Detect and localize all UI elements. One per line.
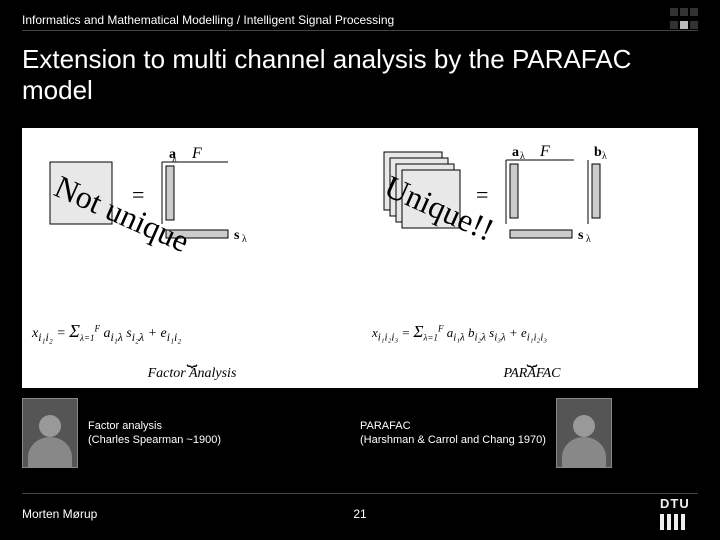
svg-text:F: F bbox=[191, 145, 202, 162]
svg-text:λ: λ bbox=[520, 151, 525, 162]
svg-text:λ: λ bbox=[242, 234, 247, 245]
content-area: = F a λ s λ xi₁i₂ = Σλ=1F ai₁λ si₂λ + ei… bbox=[22, 128, 698, 388]
slide-title: Extension to multi channel analysis by t… bbox=[22, 44, 698, 106]
panel-factor-analysis: = F a λ s λ xi₁i₂ = Σλ=1F ai₁λ si₂λ + ei… bbox=[22, 128, 362, 388]
divider-bottom bbox=[22, 493, 698, 494]
equation-parafac: xi₁i₂i₃ = Σλ=1F ai₁λ bi₂λ si₃λ + ei₁i₂i₃ bbox=[372, 322, 692, 344]
panel-parafac: = F a λ b λ s λ xi₁i₂i₃ = Σλ=1F ai₁λ bi₂… bbox=[362, 128, 702, 388]
photo-spearman bbox=[22, 398, 78, 468]
caption-cell-left: Factor analysis (Charles Spearman ~1900) bbox=[22, 398, 360, 468]
caption-left-line1: Factor analysis bbox=[88, 420, 162, 432]
svg-text:F: F bbox=[539, 143, 550, 160]
diagram-factor-analysis: = F a λ s λ bbox=[32, 136, 352, 281]
caption-parafac: PARAFAC bbox=[372, 366, 692, 382]
breadcrumb: Informatics and Mathematical Modelling /… bbox=[22, 13, 394, 27]
page-number: 21 bbox=[353, 507, 366, 521]
svg-text:s: s bbox=[234, 228, 240, 243]
caption-text-left: Factor analysis (Charles Spearman ~1900) bbox=[88, 419, 221, 448]
svg-text:b: b bbox=[594, 145, 602, 160]
svg-text:λ: λ bbox=[172, 154, 177, 165]
caption-left-line2: (Charles Spearman ~1900) bbox=[88, 434, 221, 446]
brace-right: ⏟ bbox=[372, 354, 692, 360]
brace-left: ⏟ bbox=[32, 354, 352, 360]
caption-cell-right: PARAFAC (Harshman & Carrol and Chang 197… bbox=[360, 398, 698, 468]
footer: Morten Mørup 21 bbox=[22, 498, 698, 530]
caption-factor-analysis: Factor Analysis bbox=[32, 366, 352, 382]
photo-harshman bbox=[556, 398, 612, 468]
divider-top bbox=[22, 30, 698, 31]
svg-text:s: s bbox=[578, 228, 584, 243]
caption-right-line2: (Harshman & Carrol and Chang 1970) bbox=[360, 434, 546, 446]
svg-text:a: a bbox=[512, 145, 519, 160]
svg-text:=: = bbox=[476, 182, 488, 207]
captions-row: Factor analysis (Charles Spearman ~1900)… bbox=[22, 398, 698, 468]
author: Morten Mørup bbox=[22, 507, 97, 521]
svg-text:λ: λ bbox=[586, 234, 591, 245]
caption-text-right: PARAFAC (Harshman & Carrol and Chang 197… bbox=[360, 419, 546, 448]
caption-right-line1: PARAFAC bbox=[360, 420, 411, 432]
equation-factor-analysis: xi₁i₂ = Σλ=1F ai₁λ si₂λ + ei₁i₂ bbox=[32, 321, 352, 344]
diagram-parafac: = F a λ b λ s λ bbox=[372, 136, 692, 281]
logo-dtu bbox=[658, 498, 698, 530]
svg-text:=: = bbox=[132, 182, 144, 207]
svg-text:λ: λ bbox=[602, 151, 607, 162]
decoration-squares bbox=[666, 8, 698, 32]
